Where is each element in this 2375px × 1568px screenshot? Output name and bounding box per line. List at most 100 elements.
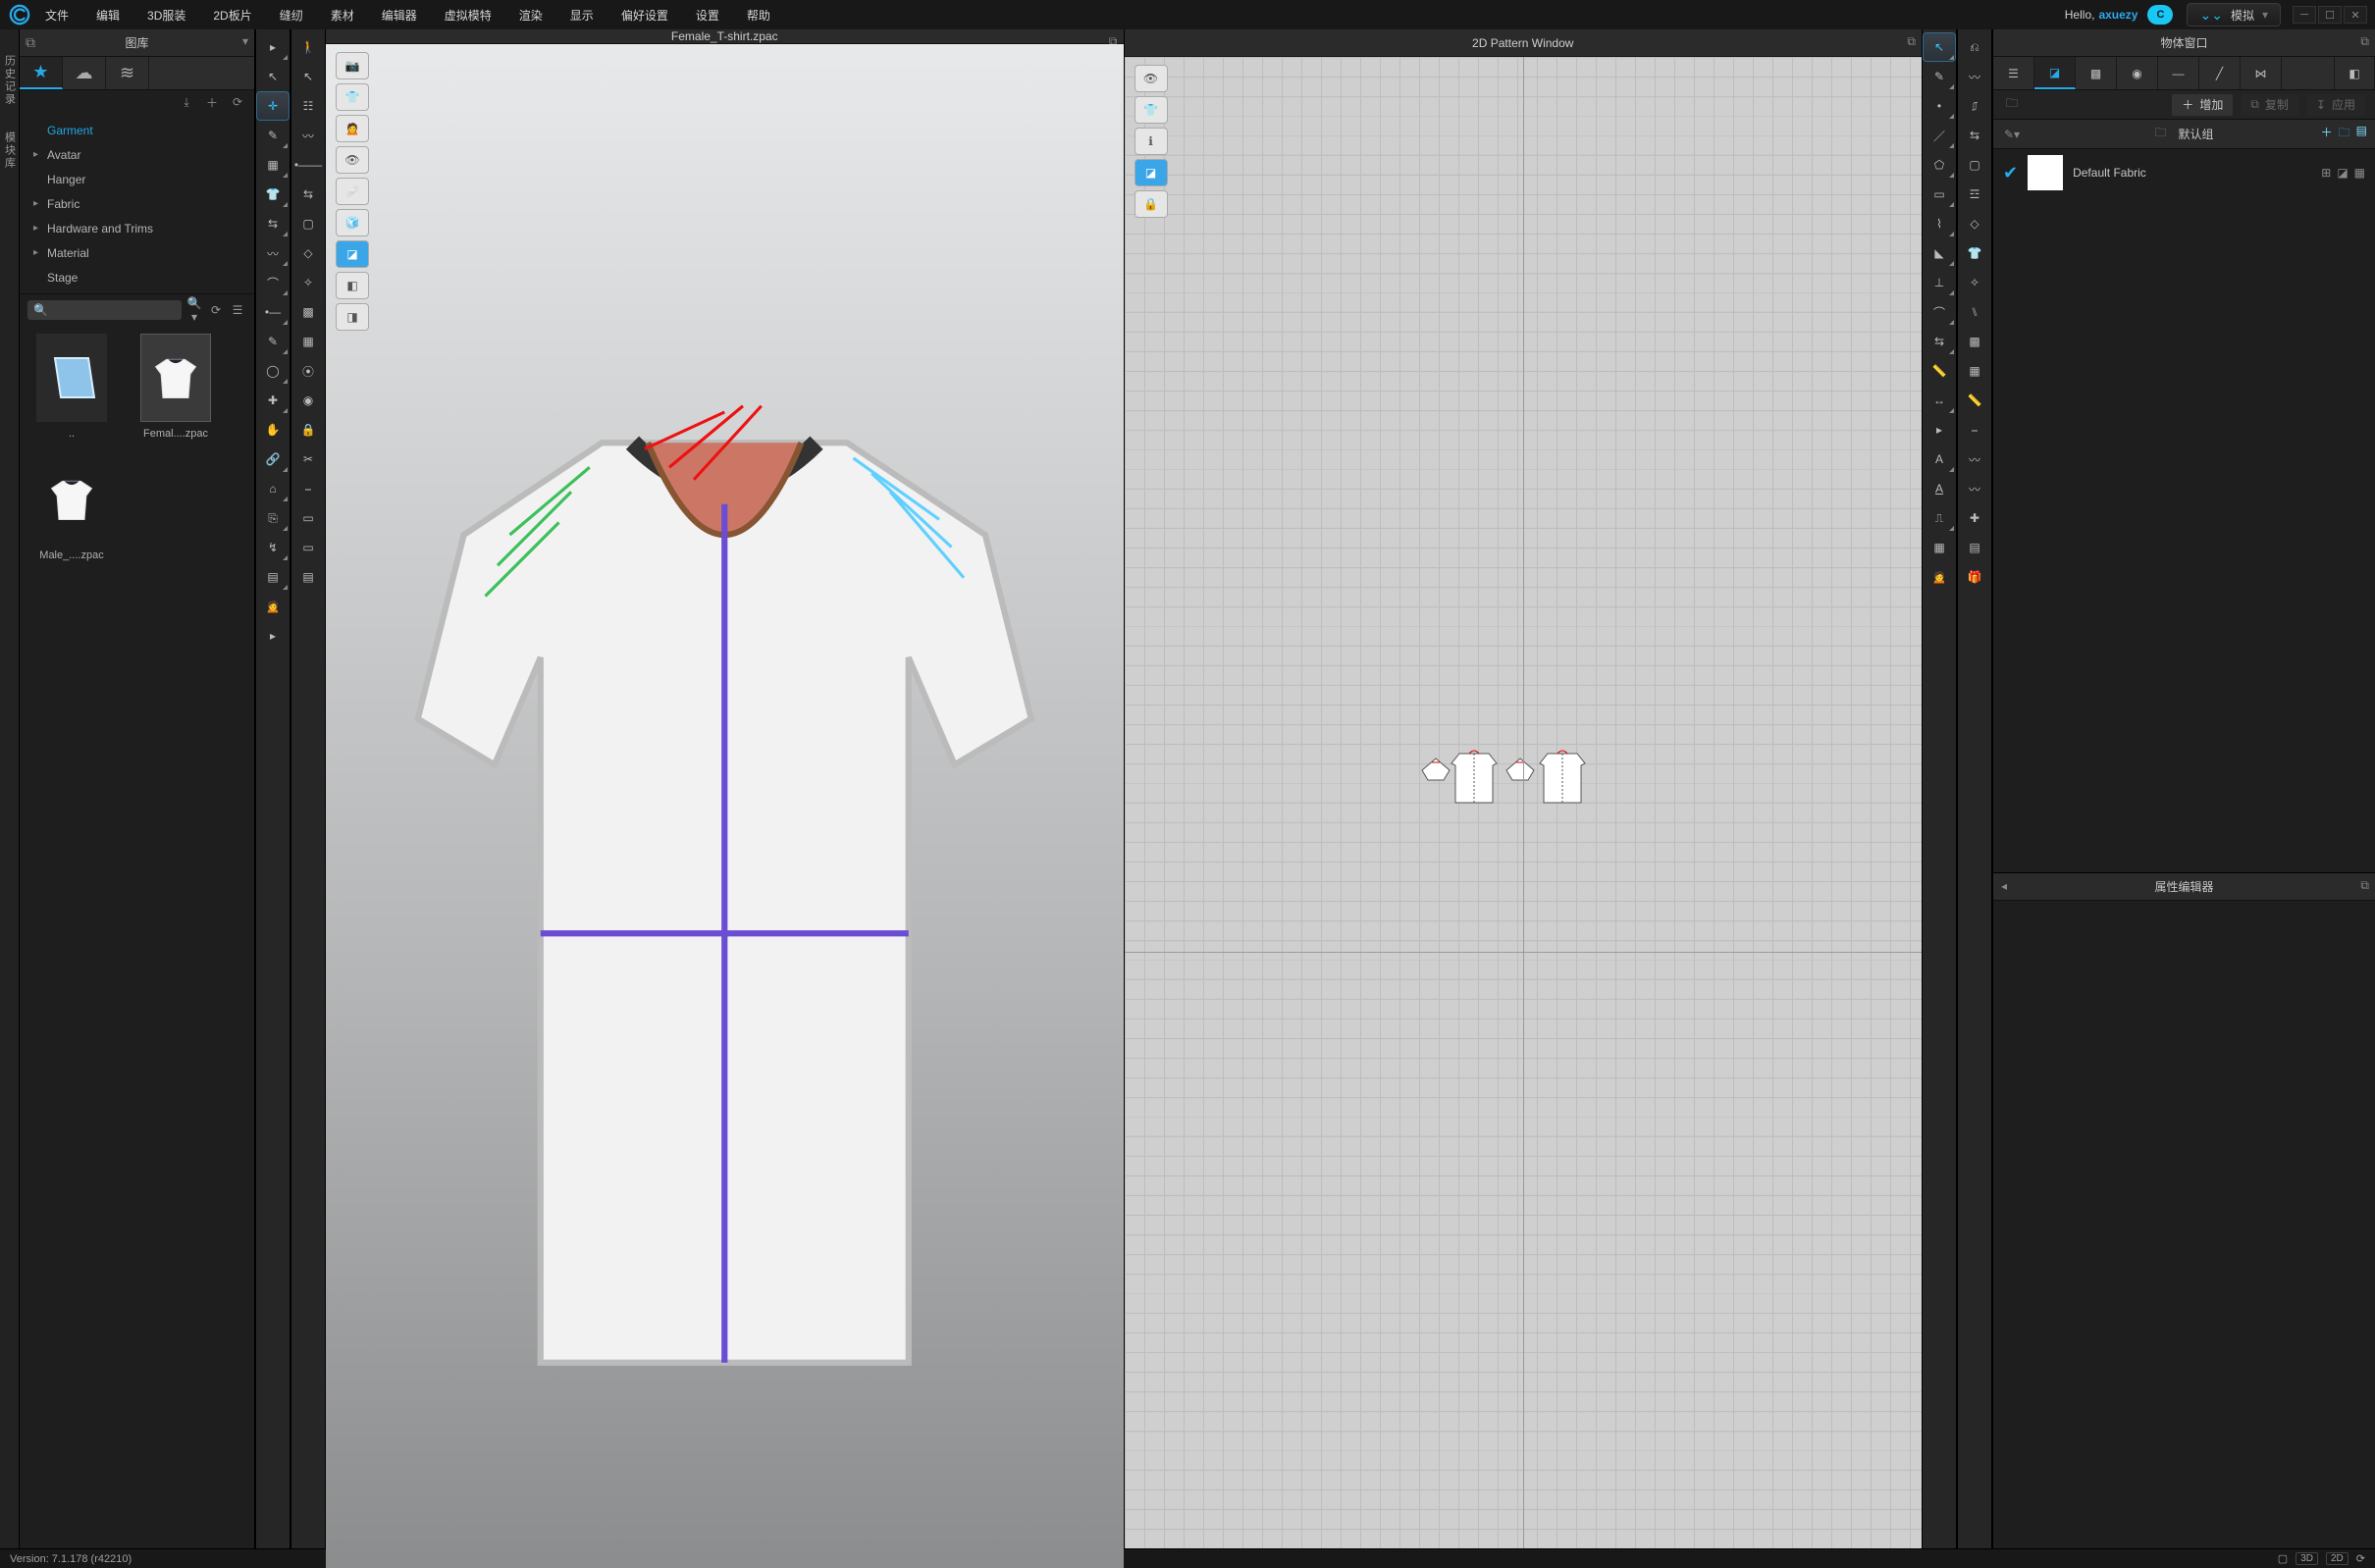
obj-tab-misc[interactable]: ◧	[2334, 57, 2375, 89]
tool-2d-poly[interactable]: ⬠	[1924, 151, 1955, 179]
overlay-3d-more[interactable]: ◧	[336, 272, 369, 299]
tool-3db-more4[interactable]: ▭	[292, 504, 324, 532]
fabric-list-item[interactable]: ✔ Default Fabric ⊞ ◪ ▦	[1993, 149, 2375, 196]
tool-2d-more[interactable]: ▸	[1924, 416, 1955, 444]
fabric-assign-icon[interactable]: ⊞	[2321, 166, 2331, 180]
library-add-icon[interactable]: ＋	[203, 93, 221, 111]
group-add-icon[interactable]: ＋	[2321, 124, 2333, 144]
tool-3db-grid[interactable]: ▦	[292, 328, 324, 355]
add-button[interactable]: ＋增加	[2172, 94, 2233, 116]
tree-garment[interactable]: Garment	[20, 118, 254, 142]
tool-3d-circle[interactable]: ◯	[257, 357, 289, 385]
menu-edit[interactable]: 编辑	[90, 3, 126, 27]
2d-view-popout-icon[interactable]: ⧉	[1907, 34, 1916, 49]
tool-2db-15[interactable]: 〰	[1959, 445, 1990, 473]
overlay-2d-shirt[interactable]: 👕	[1135, 96, 1168, 124]
fabric-paint-icon[interactable]: ◪	[2337, 166, 2348, 180]
tree-avatar[interactable]: ▸Avatar	[20, 142, 254, 167]
thumb-female-tshirt[interactable]: Femal....zpac	[132, 334, 220, 440]
overlay-3d-eye[interactable]: 👁	[336, 146, 369, 174]
maximize-button[interactable]: ☐	[2318, 6, 2342, 24]
library-tab-cloud[interactable]: ☁	[63, 57, 106, 89]
close-button[interactable]: ✕	[2344, 6, 2367, 24]
tree-material[interactable]: ▸Material	[20, 240, 254, 265]
tool-3d-shirt[interactable]: 👕	[257, 181, 289, 208]
overlay-3d-view[interactable]: 🧊	[336, 209, 369, 236]
overlay-2d-eye[interactable]: 👁	[1135, 65, 1168, 92]
tool-2db-14[interactable]: ⎯	[1959, 416, 1990, 444]
tool-3db-more6[interactable]: ▤	[292, 563, 324, 591]
prop-collapse-icon[interactable]: ◂	[2001, 879, 2007, 893]
default-group-header[interactable]: ✎▾ 🗀 默认组 ＋ 🗀 ▤	[1993, 120, 2375, 149]
tool-2db-6[interactable]: ☲	[1959, 181, 1990, 208]
tool-3d-arrow[interactable]: ▸	[257, 33, 289, 61]
overlay-2d-snap[interactable]: ◪	[1135, 159, 1168, 186]
tool-2db-3[interactable]: ⎎	[1959, 92, 1990, 120]
tool-3d-crease[interactable]: ↯	[257, 534, 289, 561]
library-collapse-icon[interactable]: ▾	[242, 34, 248, 48]
tool-2d-seam[interactable]: ⌒	[1924, 298, 1955, 326]
tool-3d-move[interactable]: ✛	[257, 92, 289, 120]
overlay-3d-stress[interactable]: 🩹	[336, 178, 369, 205]
tool-2d-piping[interactable]: ⎍	[1924, 504, 1955, 532]
app-logo-icon[interactable]	[8, 3, 31, 26]
library-reload-icon[interactable]: ⟳	[207, 301, 225, 319]
folder-open-icon[interactable]: 🗀	[2003, 96, 2021, 114]
menu-sewing[interactable]: 缝纫	[274, 3, 309, 27]
tool-3db-layer[interactable]: ▢	[292, 210, 324, 237]
overlay-3d-shirt[interactable]: 👕	[336, 83, 369, 111]
dropdown-caret-icon[interactable]: ▾	[2262, 8, 2268, 22]
tool-2db-7[interactable]: ◇	[1959, 210, 1990, 237]
obj-tab-texture[interactable]: ▩	[2076, 57, 2117, 89]
tool-3d-tie[interactable]: ✚	[257, 387, 289, 414]
menu-2d-pattern[interactable]: 2D板片	[207, 3, 257, 27]
status-refresh-icon[interactable]: ⟳	[2356, 1552, 2365, 1565]
group-more-icon[interactable]: ▤	[2356, 124, 2367, 144]
tool-2d-line[interactable]: ／	[1924, 122, 1955, 149]
tool-3d-pen[interactable]: ✎	[257, 122, 289, 149]
tool-3db-more3[interactable]: ⎯	[292, 475, 324, 502]
tool-3db-more2[interactable]: ✧	[292, 269, 324, 296]
menu-settings[interactable]: 设置	[690, 3, 725, 27]
thumb-male-tshirt[interactable]: Male_....zpac	[27, 455, 116, 561]
tool-3db-walk[interactable]: 🚶	[292, 33, 324, 61]
object-popout-icon[interactable]: ⧉	[2360, 34, 2369, 49]
library-refresh-icon[interactable]: ⟳	[229, 93, 246, 111]
tool-2d-text-a[interactable]: A	[1924, 445, 1955, 473]
rail-module-tab[interactable]: 模块库	[2, 131, 18, 170]
tool-3db-arrange[interactable]: ☷	[292, 92, 324, 120]
tool-3d-mesh[interactable]: ▦	[257, 151, 289, 179]
user-name[interactable]: axuezy	[2098, 8, 2138, 22]
tool-2db-8[interactable]: 👕	[1959, 239, 1990, 267]
tree-fabric[interactable]: ▸Fabric	[20, 191, 254, 216]
tool-2db-18[interactable]: ▤	[1959, 534, 1990, 561]
status-sync-icon[interactable]: ▢	[2278, 1552, 2288, 1565]
tool-3d-hanger[interactable]: ⌂	[257, 475, 289, 502]
tool-2d-symm[interactable]: ↔	[1924, 387, 1955, 414]
status-3d[interactable]: 3D	[2296, 1552, 2318, 1565]
tool-3d-hand[interactable]: ✋	[257, 416, 289, 444]
tool-2db-13[interactable]: 📏	[1959, 387, 1990, 414]
tree-stage[interactable]: Stage	[20, 265, 254, 289]
tool-2d-trace[interactable]: ⌇	[1924, 210, 1955, 237]
tool-2db-4[interactable]: ⇆	[1959, 122, 1990, 149]
tool-3db-btn[interactable]: ◉	[292, 387, 324, 414]
tool-2d-body[interactable]: 🙍	[1924, 563, 1955, 591]
overlay-2d-info[interactable]: ℹ	[1135, 128, 1168, 155]
tool-2db-1[interactable]: ⎌	[1959, 33, 1990, 61]
obj-tab-trim[interactable]: ⋈	[2241, 57, 2282, 89]
menu-editor[interactable]: 编辑器	[376, 3, 423, 27]
2d-viewport[interactable]: 👁 👕 ℹ ◪ 🔒	[1125, 57, 1923, 1548]
tool-2d-dart[interactable]: ◣	[1924, 239, 1955, 267]
tool-2db-11[interactable]: ▩	[1959, 328, 1990, 355]
cloud-badge-icon[interactable]: C	[2147, 5, 2173, 25]
fabric-grid-icon[interactable]: ▦	[2354, 166, 2365, 180]
tool-2d-point[interactable]: •	[1924, 92, 1955, 120]
overlay-3d-avatar[interactable]: 🙍	[336, 115, 369, 142]
obj-tab-stitch[interactable]: —	[2158, 57, 2199, 89]
fabric-check-icon[interactable]: ✔	[2003, 163, 2018, 183]
apply-button[interactable]: ↧应用	[2306, 94, 2365, 116]
tool-3d-fold[interactable]: ⌒	[257, 269, 289, 296]
menu-avatar[interactable]: 虚拟模特	[439, 3, 498, 27]
tool-3d-more3[interactable]: ▸	[257, 622, 289, 650]
